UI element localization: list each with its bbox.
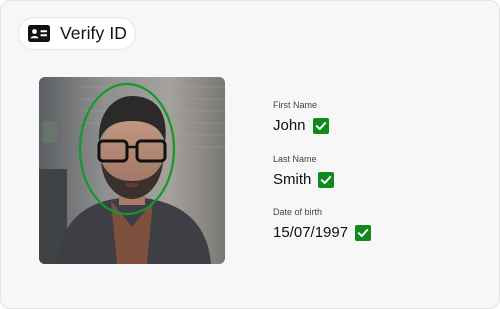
first-name-label: First Name: [273, 100, 318, 110]
header-badge: Verify ID: [18, 17, 136, 50]
check-icon: [312, 117, 329, 134]
dob-value: 15/07/1997: [273, 224, 372, 241]
selfie-photo: [39, 77, 225, 264]
id-card-icon: [28, 25, 50, 42]
last-name-label: Last Name: [273, 154, 317, 164]
page-title: Verify ID: [60, 23, 128, 43]
last-name-text: Smith: [273, 171, 312, 188]
dob-text: 15/07/1997: [273, 224, 349, 241]
check-icon: [355, 224, 372, 241]
check-icon: [318, 171, 335, 188]
last-name-value: Smith: [273, 171, 335, 188]
first-name-value: John: [273, 117, 329, 134]
verify-id-card: Verify ID First Name John Last Name Smit…: [0, 0, 500, 309]
dob-label: Date of birth: [273, 207, 323, 217]
first-name-text: John: [273, 117, 306, 134]
